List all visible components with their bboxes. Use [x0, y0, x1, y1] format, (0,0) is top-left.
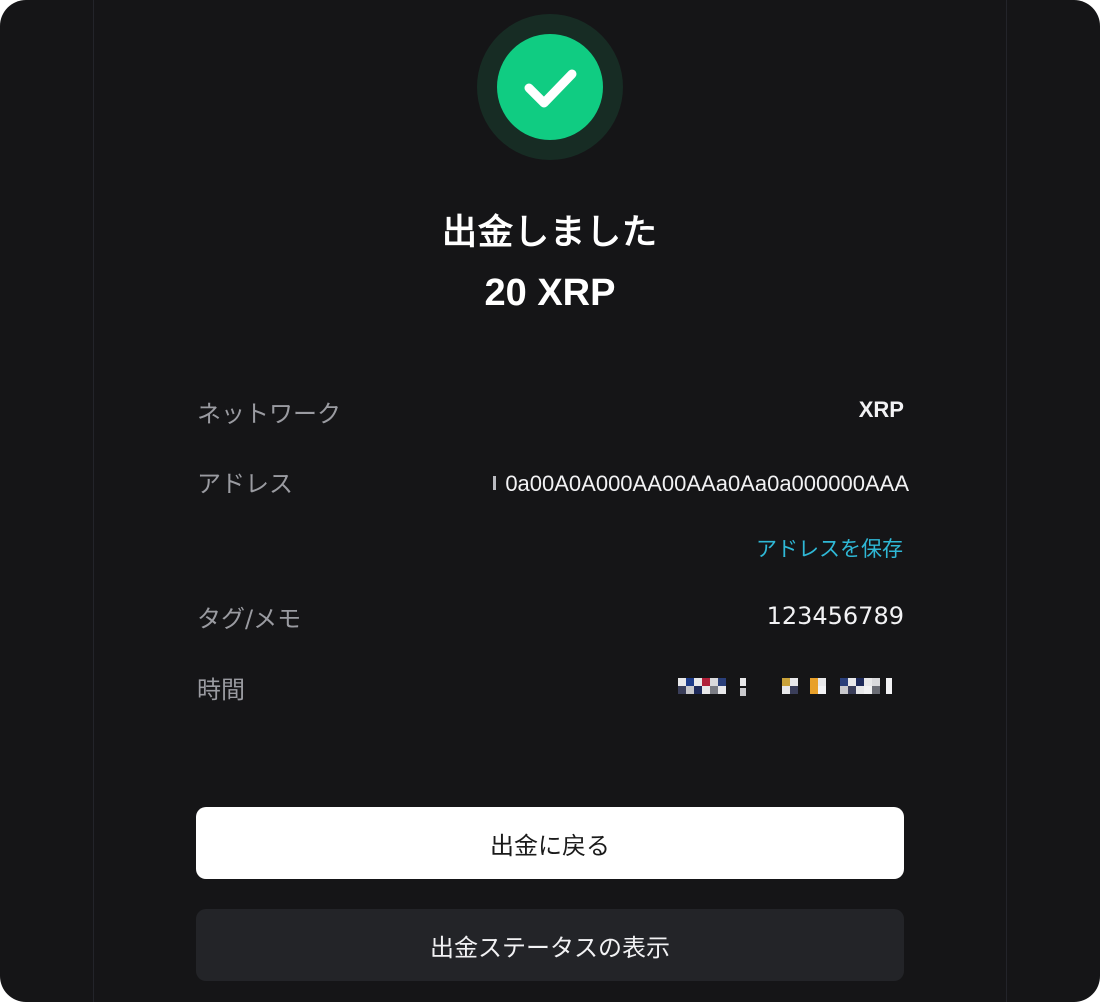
panel-divider-right	[1006, 0, 1007, 1002]
back-to-withdrawal-button[interactable]: 出金に戻る	[196, 807, 904, 879]
withdrawal-complete-panel: 出金しました 20 XRP ネットワーク XRP アドレス 0a00A0A000…	[0, 0, 1100, 1002]
save-address-link[interactable]: アドレスを保存	[756, 533, 903, 563]
page-title: 出金しました	[441, 213, 658, 253]
time-value-redacted	[678, 676, 904, 698]
check-circle-icon	[497, 34, 603, 140]
address-value: 0a00A0A000AA00AAa0Aa0a000000AAA	[505, 471, 909, 496]
tag-value: 123456789	[766, 602, 904, 630]
address-value-row: 0a00A0A000AA00AAa0Aa0a000000AAA	[493, 471, 909, 497]
checkmark-icon	[524, 69, 577, 108]
tag-label: タグ/メモ	[197, 605, 302, 633]
view-withdrawal-status-button[interactable]: 出金ステータスの表示	[196, 909, 904, 981]
address-marker	[493, 476, 497, 490]
panel-divider-left	[93, 0, 94, 1002]
withdrawal-amount: 20 XRP	[484, 272, 616, 314]
time-label: 時間	[197, 676, 245, 704]
network-value: XRP	[858, 397, 904, 422]
network-label: ネットワーク	[197, 400, 341, 428]
address-label: アドレス	[197, 470, 293, 498]
success-status	[477, 14, 623, 160]
